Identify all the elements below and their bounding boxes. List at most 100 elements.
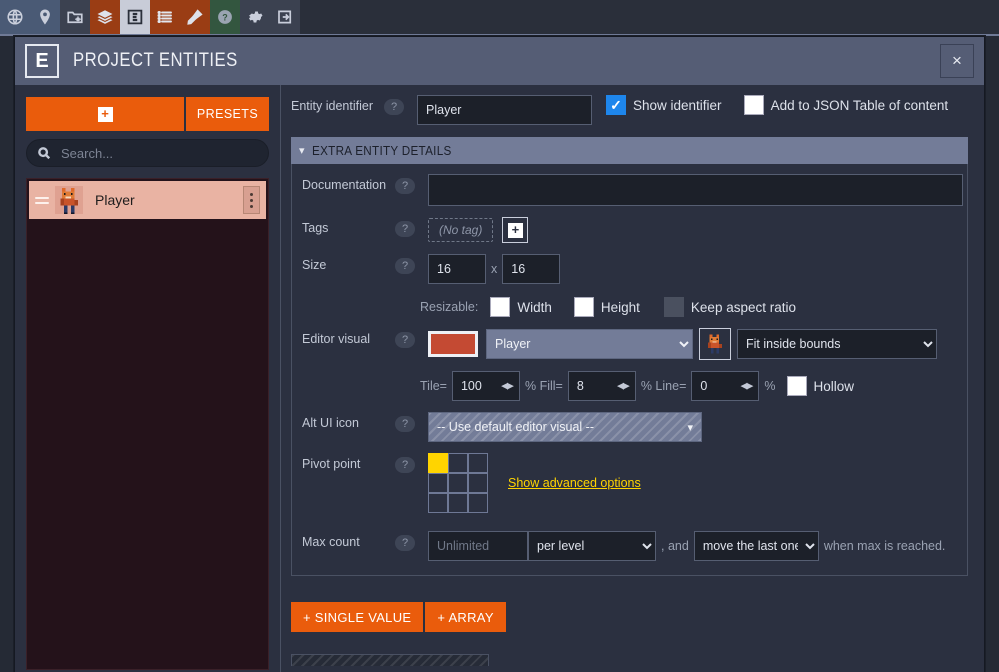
plus-icon: + (508, 223, 523, 238)
editor-visual-label: Editor visual (302, 328, 395, 347)
size-row: Size ? x (292, 254, 967, 284)
max-count-scope-select[interactable]: per level (528, 531, 656, 561)
gear-icon[interactable] (240, 0, 270, 34)
player-sprite (704, 333, 726, 355)
resizable-width-label: Width (517, 300, 552, 315)
search-input[interactable] (59, 145, 258, 162)
size-width-input[interactable] (428, 254, 486, 284)
hollow-label: Hollow (814, 379, 855, 394)
documentation-label: Documentation (302, 174, 395, 193)
page-title: PROJECT ENTITIES (73, 50, 238, 72)
fill-stepper[interactable]: ◀▶ (568, 371, 636, 401)
pivot-cell-3[interactable] (428, 473, 448, 493)
tags-help-icon[interactable]: ? (395, 221, 415, 237)
pivot-cell-0[interactable] (428, 453, 448, 473)
entities-sidebar: + PRESETS (15, 85, 281, 672)
pivot-cell-4[interactable] (448, 473, 468, 493)
editor-visual-sprite-preview[interactable] (699, 328, 731, 360)
add-entity-button[interactable]: + (26, 97, 184, 131)
sidebar-action-row: + PRESETS (26, 97, 269, 131)
extra-entity-details-section-header[interactable]: ▾ EXTRA ENTITY DETAILS (291, 137, 968, 164)
add-to-json-toc-group: Add to JSON Table of content (744, 95, 949, 115)
resizable-height-checkbox[interactable] (574, 297, 594, 317)
size-label: Size (302, 254, 395, 273)
line-stepper[interactable]: ◀▶ (691, 371, 759, 401)
add-tag-button[interactable]: + (502, 217, 528, 243)
pivot-cell-2[interactable] (468, 453, 488, 473)
pivot-cell-5[interactable] (468, 473, 488, 493)
add-to-json-toc-checkbox[interactable] (744, 95, 764, 115)
toolbar-empty-area (300, 0, 999, 34)
fill-label: % Fill= (525, 379, 563, 393)
pivot-point-help-icon[interactable]: ? (395, 457, 415, 473)
close-icon[interactable]: × (940, 44, 974, 78)
documentation-help-icon[interactable]: ? (395, 178, 415, 194)
max-count-action-select[interactable]: move the last one in (694, 531, 819, 561)
list-item[interactable]: Player (29, 181, 266, 219)
editor-visual-help-icon[interactable]: ? (395, 332, 415, 348)
main-toolbar: ? (0, 0, 999, 34)
exit-icon[interactable] (270, 0, 300, 34)
extra-entity-details-panel: Documentation ? Tags ? (No tag) + (291, 164, 968, 576)
layers-icon[interactable] (90, 0, 120, 34)
search-box[interactable] (26, 139, 269, 167)
map-pin-icon[interactable] (30, 0, 60, 34)
pivot-cell-6[interactable] (428, 493, 448, 513)
pivot-cell-7[interactable] (448, 493, 468, 513)
add-single-value-button[interactable]: + SINGLE VALUE (291, 602, 423, 632)
list-icon[interactable] (150, 0, 180, 34)
help-circle-icon[interactable]: ? (210, 0, 240, 34)
editor-visual-color-swatch[interactable] (428, 331, 478, 357)
size-height-input[interactable] (502, 254, 560, 284)
folder-settings-icon[interactable] (60, 0, 90, 34)
line-input[interactable] (691, 371, 759, 401)
resizable-width-checkbox[interactable] (490, 297, 510, 317)
project-entities-dialog: E PROJECT ENTITIES × + PRESETS (14, 36, 985, 672)
resizable-height-label: Height (601, 300, 640, 315)
pivot-cell-8[interactable] (468, 493, 488, 513)
percent-label: % (764, 379, 775, 393)
entities-e-icon[interactable] (120, 0, 150, 34)
max-count-input[interactable] (428, 531, 528, 561)
pivot-point-grid[interactable] (428, 453, 488, 513)
tile-input[interactable] (452, 371, 520, 401)
plus-icon: + (98, 107, 113, 122)
show-advanced-options-link[interactable]: Show advanced options (508, 476, 641, 490)
documentation-row: Documentation ? (292, 174, 967, 206)
alt-ui-icon-value: -- Use default editor visual -- (437, 420, 594, 434)
max-count-help-icon[interactable]: ? (395, 535, 415, 551)
tags-label: Tags (302, 217, 395, 236)
hollow-checkbox[interactable] (787, 376, 807, 396)
tags-row: Tags ? (No tag) + (292, 217, 967, 243)
show-identifier-group: ✓ Show identifier (606, 95, 722, 115)
add-array-button[interactable]: + ARRAY (425, 602, 505, 632)
globe-icon[interactable] (0, 0, 30, 34)
drag-handle-icon[interactable] (35, 194, 49, 207)
show-identifier-checkbox[interactable]: ✓ (606, 95, 626, 115)
pivot-point-row: Pivot point ? (292, 453, 967, 513)
section-title: EXTRA ENTITY DETAILS (312, 143, 452, 158)
editor-visual-source-select[interactable]: Player (486, 329, 693, 359)
tile-stepper[interactable]: ◀▶ (452, 371, 520, 401)
brush-icon[interactable] (180, 0, 210, 34)
chevron-down-icon: ▾ (687, 421, 693, 434)
documentation-input[interactable] (428, 174, 963, 206)
size-help-icon[interactable]: ? (395, 258, 415, 274)
entity-identifier-row: Entity identifier ? ✓ Show identifier Ad… (281, 95, 984, 125)
alt-ui-icon-select[interactable]: -- Use default editor visual -- ▾ (428, 412, 702, 442)
entity-identifier-input[interactable] (417, 95, 592, 125)
max-count-suffix-text: when max is reached. (824, 539, 946, 553)
presets-button[interactable]: PRESETS (186, 97, 269, 131)
max-count-and-text: , and (661, 539, 689, 553)
entity-context-menu-icon[interactable] (243, 186, 260, 214)
entity-identifier-help-icon[interactable]: ? (384, 99, 404, 115)
search-icon (37, 146, 51, 160)
fill-input[interactable] (568, 371, 636, 401)
editor-visual-row: Editor visual ? Player (292, 328, 967, 360)
editor-visual-fit-select[interactable]: Fit inside bounds (737, 329, 937, 359)
keep-aspect-ratio-checkbox[interactable] (664, 297, 684, 317)
alt-ui-icon-help-icon[interactable]: ? (395, 416, 415, 432)
keep-aspect-ratio-label: Keep aspect ratio (691, 300, 796, 315)
tile-fill-line-row: Tile= ◀▶ % Fill= ◀▶ % Line= (292, 371, 967, 401)
pivot-cell-1[interactable] (448, 453, 468, 473)
